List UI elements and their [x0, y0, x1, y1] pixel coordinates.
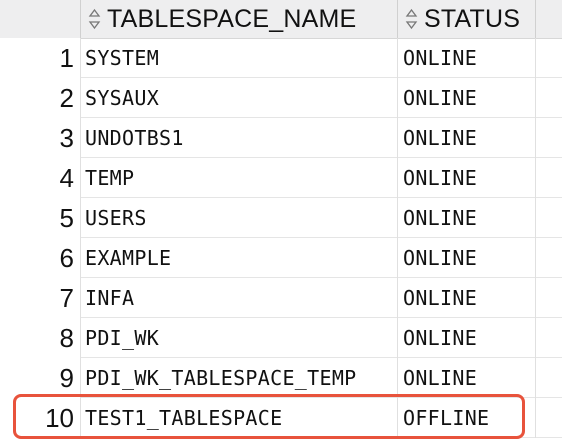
status-cell[interactable]: ONLINE: [398, 198, 536, 238]
table-row[interactable]: 8 PDI_WK ONLINE: [0, 318, 562, 358]
row-number: 1: [0, 38, 81, 78]
tablespace-name-cell[interactable]: PDI_WK_TABLESPACE_TEMP: [81, 358, 398, 398]
query-result-grid: TABLESPACE_NAME STATUS 1 SYSTEM ONLINE 2…: [0, 0, 562, 446]
row-filler: [536, 278, 562, 318]
row-filler: [536, 78, 562, 118]
row-number: 4: [0, 158, 81, 198]
tablespace-name-cell[interactable]: INFA: [81, 278, 398, 318]
table-row[interactable]: 6 EXAMPLE ONLINE: [0, 238, 562, 278]
row-filler: [536, 318, 562, 358]
table-row[interactable]: 1 SYSTEM ONLINE: [0, 38, 562, 78]
status-cell[interactable]: ONLINE: [398, 278, 536, 318]
row-number: 9: [0, 358, 81, 398]
table-row[interactable]: 5 USERS ONLINE: [0, 198, 562, 238]
row-number-header: [0, 0, 81, 38]
row-filler: [536, 358, 562, 398]
table-row[interactable]: 7 INFA ONLINE: [0, 278, 562, 318]
row-filler: [536, 198, 562, 238]
grid-header: TABLESPACE_NAME STATUS: [0, 0, 562, 39]
row-filler: [536, 398, 562, 438]
row-number: 3: [0, 118, 81, 158]
tablespace-name-cell[interactable]: SYSAUX: [81, 78, 398, 118]
row-filler: [536, 118, 562, 158]
sort-icon[interactable]: [87, 8, 102, 30]
header-filler: [536, 0, 562, 38]
table-row[interactable]: 3 UNDOTBS1 ONLINE: [0, 118, 562, 158]
table-row[interactable]: 9 PDI_WK_TABLESPACE_TEMP ONLINE: [0, 358, 562, 398]
row-number: 8: [0, 318, 81, 358]
tablespace-name-cell[interactable]: USERS: [81, 198, 398, 238]
column-header-label: STATUS: [424, 4, 521, 33]
table-row[interactable]: 4 TEMP ONLINE: [0, 158, 562, 198]
status-cell[interactable]: ONLINE: [398, 238, 536, 278]
row-filler: [536, 38, 562, 78]
column-header-label: TABLESPACE_NAME: [107, 4, 357, 33]
table-row[interactable]: 2 SYSAUX ONLINE: [0, 78, 562, 118]
row-number: 10: [0, 398, 81, 438]
row-number: 7: [0, 278, 81, 318]
row-number: 2: [0, 78, 81, 118]
row-number: 6: [0, 238, 81, 278]
tablespace-name-cell[interactable]: UNDOTBS1: [81, 118, 398, 158]
status-cell[interactable]: ONLINE: [398, 318, 536, 358]
row-filler: [536, 238, 562, 278]
tablespace-name-cell[interactable]: TEST1_TABLESPACE: [81, 398, 398, 438]
status-cell[interactable]: ONLINE: [398, 38, 536, 78]
column-header-status[interactable]: STATUS: [398, 0, 536, 38]
status-cell[interactable]: ONLINE: [398, 158, 536, 198]
tablespace-name-cell[interactable]: EXAMPLE: [81, 238, 398, 278]
tablespace-name-cell[interactable]: TEMP: [81, 158, 398, 198]
row-number: 5: [0, 198, 81, 238]
tablespace-name-cell[interactable]: SYSTEM: [81, 38, 398, 78]
status-cell[interactable]: ONLINE: [398, 118, 536, 158]
sort-icon[interactable]: [404, 8, 419, 30]
row-filler: [536, 158, 562, 198]
column-header-tablespace-name[interactable]: TABLESPACE_NAME: [81, 0, 398, 38]
status-cell[interactable]: ONLINE: [398, 78, 536, 118]
table-row[interactable]: 10 TEST1_TABLESPACE OFFLINE: [0, 398, 562, 438]
tablespace-name-cell[interactable]: PDI_WK: [81, 318, 398, 358]
status-cell[interactable]: ONLINE: [398, 358, 536, 398]
status-cell[interactable]: OFFLINE: [398, 398, 536, 438]
